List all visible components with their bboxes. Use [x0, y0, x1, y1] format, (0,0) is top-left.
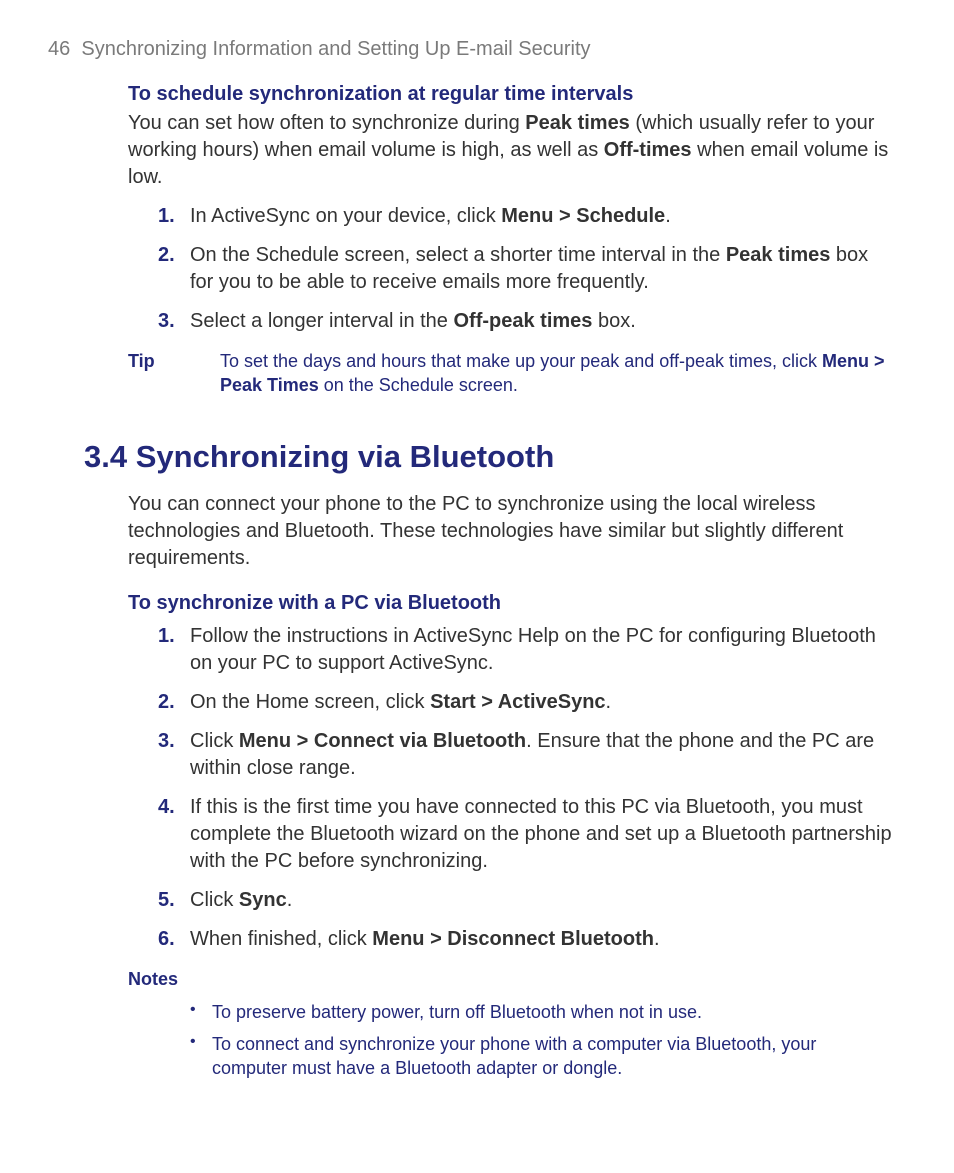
step-number: 1. — [158, 203, 175, 230]
text: Click — [190, 730, 239, 752]
tip-block: Tip To set the days and hours that make … — [128, 349, 896, 398]
text: If this is the first time you have conne… — [190, 796, 892, 872]
text: Follow the instructions in ActiveSync He… — [190, 625, 876, 674]
text: In ActiveSync on your device, click — [190, 205, 501, 227]
section-number: 3.4 — [84, 439, 127, 474]
bold-text: Menu > Schedule — [501, 205, 665, 227]
chapter-title: Synchronizing Information and Setting Up… — [81, 38, 590, 60]
page-number: 46 — [48, 38, 70, 60]
note-item: To connect and synchronize your phone wi… — [186, 1032, 886, 1081]
steps-list: 1. Follow the instructions in ActiveSync… — [128, 623, 896, 953]
intro-paragraph: You can connect your phone to the PC to … — [128, 491, 896, 572]
step-number: 2. — [158, 689, 175, 716]
step-item: 6. When finished, click Menu > Disconnec… — [128, 926, 896, 953]
bold-text: Menu > Connect via Bluetooth — [239, 730, 526, 752]
notes-list: To preserve battery power, turn off Blue… — [186, 1000, 886, 1081]
text: box. — [592, 310, 635, 332]
step-number: 1. — [158, 623, 175, 650]
bold-text: Off-times — [604, 139, 692, 161]
bold-text: Menu > Disconnect Bluetooth — [372, 928, 654, 950]
step-number: 4. — [158, 794, 175, 821]
text: When finished, click — [190, 928, 372, 950]
step-number: 2. — [158, 242, 175, 269]
step-number: 3. — [158, 728, 175, 755]
step-item: 1. In ActiveSync on your device, click M… — [128, 203, 896, 230]
notes-label: Notes — [128, 967, 896, 991]
bold-text: Sync — [239, 889, 287, 911]
text: On the Home screen, click — [190, 691, 430, 713]
step-item: 2. On the Schedule screen, select a shor… — [128, 242, 896, 296]
step-item: 3. Select a longer interval in the Off-p… — [128, 308, 896, 335]
text: . — [654, 928, 660, 950]
step-item: 5. Click Sync. — [128, 887, 896, 914]
steps-list: 1. In ActiveSync on your device, click M… — [128, 203, 896, 335]
section-schedule: To schedule synchronization at regular t… — [128, 81, 896, 398]
sub-heading-sync-pc: To synchronize with a PC via Bluetooth — [128, 590, 896, 617]
text: Click — [190, 889, 239, 911]
bold-text: Start > ActiveSync — [430, 691, 605, 713]
text: . — [606, 691, 612, 713]
bold-text: Peak times — [726, 244, 831, 266]
text: To set the days and hours that make up y… — [220, 351, 822, 371]
bold-text: Off-peak times — [454, 310, 593, 332]
text: on the Schedule screen. — [319, 375, 518, 395]
text: On the Schedule screen, select a shorter… — [190, 244, 726, 266]
step-item: 3. Click Menu > Connect via Bluetooth. E… — [128, 728, 896, 782]
section-title: Synchronizing via Bluetooth — [136, 439, 555, 474]
intro-paragraph: You can set how often to synchronize dur… — [128, 110, 896, 191]
tip-label: Tip — [128, 349, 220, 398]
step-item: 4. If this is the first time you have co… — [128, 794, 896, 875]
sub-heading-schedule: To schedule synchronization at regular t… — [128, 81, 896, 108]
text: Select a longer interval in the — [190, 310, 454, 332]
text: . — [287, 889, 293, 911]
step-item: 1. Follow the instructions in ActiveSync… — [128, 623, 896, 677]
step-number: 5. — [158, 887, 175, 914]
bold-text: Peak times — [525, 112, 630, 134]
tip-body: To set the days and hours that make up y… — [220, 349, 896, 398]
page-header: 46 Synchronizing Information and Setting… — [48, 36, 906, 63]
text: You can set how often to synchronize dur… — [128, 112, 525, 134]
text: . — [665, 205, 671, 227]
section-heading-bluetooth: 3.4 Synchronizing via Bluetooth — [84, 436, 906, 478]
step-number: 6. — [158, 926, 175, 953]
note-item: To preserve battery power, turn off Blue… — [186, 1000, 886, 1024]
step-number: 3. — [158, 308, 175, 335]
step-item: 2. On the Home screen, click Start > Act… — [128, 689, 896, 716]
section-bluetooth: You can connect your phone to the PC to … — [128, 491, 896, 1080]
